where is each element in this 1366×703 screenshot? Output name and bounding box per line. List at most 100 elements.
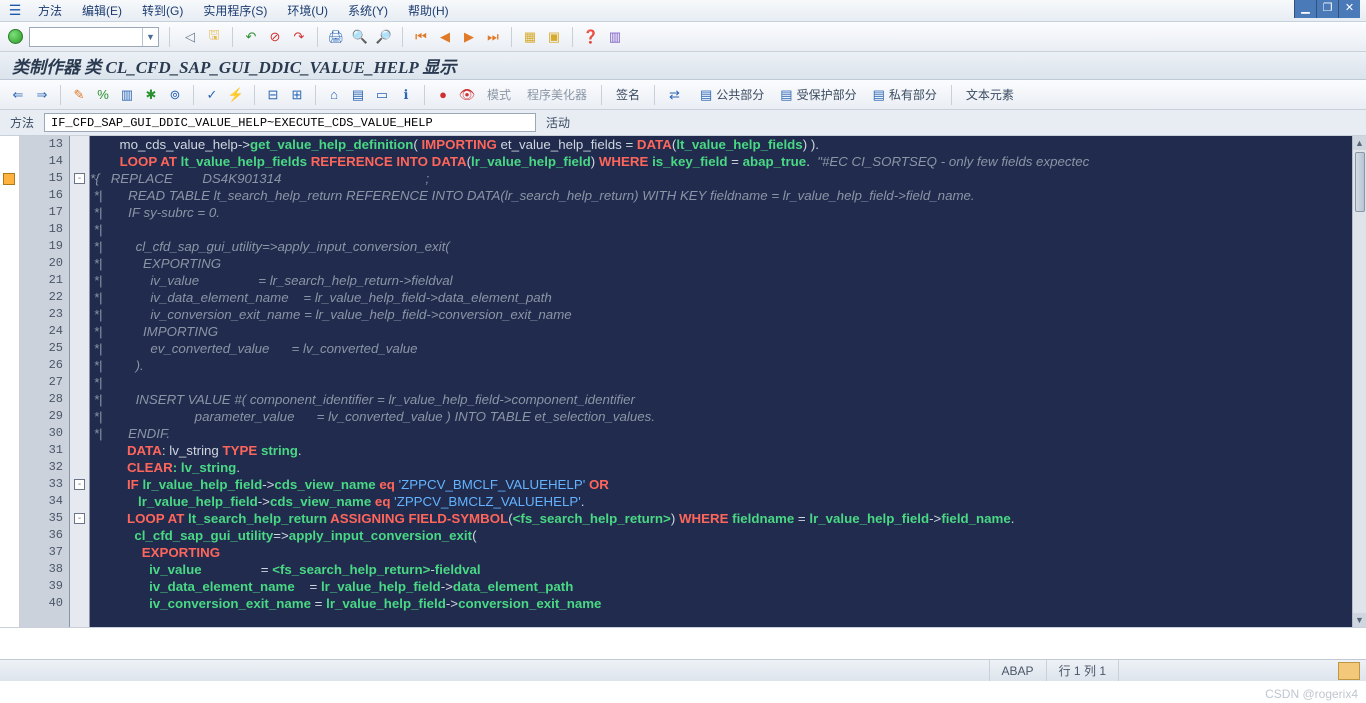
info-icon[interactable]: ℹ [396,85,416,105]
active-icon[interactable]: ✱ [141,85,161,105]
fwd2-icon[interactable]: ⇒ [32,85,52,105]
scroll-up-icon[interactable]: ▲ [1353,136,1366,150]
code-line[interactable]: mo_cds_value_help->get_value_help_defini… [90,136,1352,153]
minimize-button[interactable]: ▁ [1294,0,1316,18]
code-line[interactable]: *| [90,374,1352,391]
line-marker-icon[interactable] [3,173,15,185]
prev-icon[interactable]: ◀ [435,27,455,47]
menu-method[interactable]: 方法 [28,2,72,19]
code-line[interactable]: *| IMPORTING [90,323,1352,340]
win-icon[interactable]: ▭ [372,85,392,105]
env-icon[interactable]: ⊞ [287,85,307,105]
other-icon[interactable]: ▥ [117,85,137,105]
code-line[interactable]: IF lr_value_help_field->cds_view_name eq… [90,476,1352,493]
code-line[interactable]: iv_value = <fs_search_help_return>-field… [90,561,1352,578]
fold-toggle[interactable]: - [74,173,85,184]
menu-util[interactable]: 实用程序(S) [193,2,277,19]
tree1-icon[interactable]: ⌂ [324,85,344,105]
sess-icon[interactable]: ▥ [605,27,625,47]
line-number: 21 [20,272,69,289]
scroll-down-icon[interactable]: ▼ [1353,613,1366,627]
layout2-icon[interactable]: ▣ [544,27,564,47]
activate-icon[interactable]: ⚡ [226,85,246,105]
code-line[interactable]: *| EXPORTING [90,255,1352,272]
signature-btn[interactable]: 签名 [610,85,646,105]
method-name-field[interactable] [44,113,536,132]
line-number: 37 [20,544,69,561]
code-editor[interactable]: 1314151617181920212223242526272829303132… [20,136,1366,627]
close-button[interactable]: ✕ [1338,0,1360,18]
scroll-thumb[interactable] [1355,152,1365,212]
print-icon[interactable]: 🖨 [326,27,346,47]
code-line[interactable]: iv_data_element_name = lr_value_help_fie… [90,578,1352,595]
code-line[interactable]: LOOP AT lt_search_help_return ASSIGNING … [90,510,1352,527]
undo-icon[interactable]: ↶ [241,27,261,47]
code-line[interactable]: *| [90,221,1352,238]
line-number: 20 [20,255,69,272]
redo-icon[interactable]: ↷ [289,27,309,47]
sap-menu-icon[interactable]: ☰ [6,2,24,20]
find-icon[interactable]: 🔍 [350,27,370,47]
tree2-icon[interactable]: ▤ [348,85,368,105]
save-icon[interactable]: 🖫 [204,27,224,47]
menu-edit[interactable]: 编辑(E) [72,2,132,19]
code-line[interactable]: lr_value_help_field->cds_view_name eq 'Z… [90,493,1352,510]
find-next-icon[interactable]: 🔎 [374,27,394,47]
code-line[interactable]: *| ev_converted_value = lv_converted_val… [90,340,1352,357]
exchange-btn[interactable]: ⇄ [663,85,690,105]
session-icon[interactable] [1338,662,1360,680]
back2-icon[interactable]: ⇐ [8,85,28,105]
code-line[interactable]: *| parameter_value = lv_converted_value … [90,408,1352,425]
code-line[interactable]: cl_cfd_sap_gui_utility=>apply_input_conv… [90,527,1352,544]
ok-icon[interactable] [8,29,23,44]
first-icon[interactable]: ⏮ [411,27,431,47]
code-line[interactable]: *| cl_cfd_sap_gui_utility=>apply_input_c… [90,238,1352,255]
code-line[interactable]: *| INSERT VALUE #( component_identifier … [90,391,1352,408]
maximize-button[interactable]: ❐ [1316,0,1338,18]
public-btn[interactable]: ▤公共部分 [694,85,770,105]
code-area[interactable]: mo_cds_value_help->get_value_help_defini… [90,136,1352,627]
code-line[interactable]: *| ). [90,357,1352,374]
line-number: 18 [20,221,69,238]
vertical-scrollbar[interactable]: ▲ ▼ [1352,136,1366,627]
chevron-down-icon[interactable]: ▼ [142,28,158,46]
code-line[interactable]: *| iv_data_element_name = lr_value_help_… [90,289,1352,306]
back-icon[interactable]: ◁ [180,27,200,47]
inact-icon[interactable]: ⊚ [165,85,185,105]
command-field[interactable]: ▼ [29,27,159,47]
menu-goto[interactable]: 转到(G) [132,2,193,19]
watch-icon[interactable]: 👁 [457,85,477,105]
code-line[interactable]: CLEAR: lv_string. [90,459,1352,476]
code-line[interactable]: iv_conversion_exit_name = lr_value_help_… [90,595,1352,612]
change-icon[interactable]: % [93,85,113,105]
code-line[interactable]: LOOP AT lt_value_help_fields REFERENCE I… [90,153,1352,170]
code-line[interactable]: *| iv_conversion_exit_name = lr_value_he… [90,306,1352,323]
layout1-icon[interactable]: ▦ [520,27,540,47]
private-btn[interactable]: ▤私有部分 [867,85,943,105]
display-icon[interactable]: ✎ [69,85,89,105]
protected-btn[interactable]: ▤受保护部分 [774,85,862,105]
cancel-icon[interactable]: ⊘ [265,27,285,47]
bp-icon[interactable]: ● [433,85,453,105]
code-line[interactable]: DATA: lv_string TYPE string. [90,442,1352,459]
text-elem-btn[interactable]: 文本元素 [960,85,1020,105]
check-icon[interactable]: ✓ [202,85,222,105]
code-line[interactable]: *| iv_value = lr_search_help_return->fie… [90,272,1352,289]
last-icon[interactable]: ⏭ [483,27,503,47]
window-controls: ▁ ❐ ✕ [1294,0,1360,18]
code-line[interactable]: *| READ TABLE lt_search_help_return REFE… [90,187,1352,204]
code-line[interactable]: *| ENDIF. [90,425,1352,442]
code-line[interactable]: EXPORTING [90,544,1352,561]
fold-toggle[interactable]: - [74,479,85,490]
next-icon[interactable]: ▶ [459,27,479,47]
menu-help[interactable]: 帮助(H) [398,2,459,19]
code-line[interactable]: *{ REPLACE DS4K901314 ; [90,170,1352,187]
fold-toggle[interactable]: - [74,513,85,524]
code-line[interactable]: *| IF sy-subrc = 0. [90,204,1352,221]
help-icon[interactable]: ❓ [581,27,601,47]
col-label: 列 [1084,662,1096,679]
menu-system[interactable]: 系统(Y) [338,2,398,19]
where-icon[interactable]: ⊟ [263,85,283,105]
menu-env[interactable]: 环境(U) [277,2,338,19]
separator [232,27,233,47]
